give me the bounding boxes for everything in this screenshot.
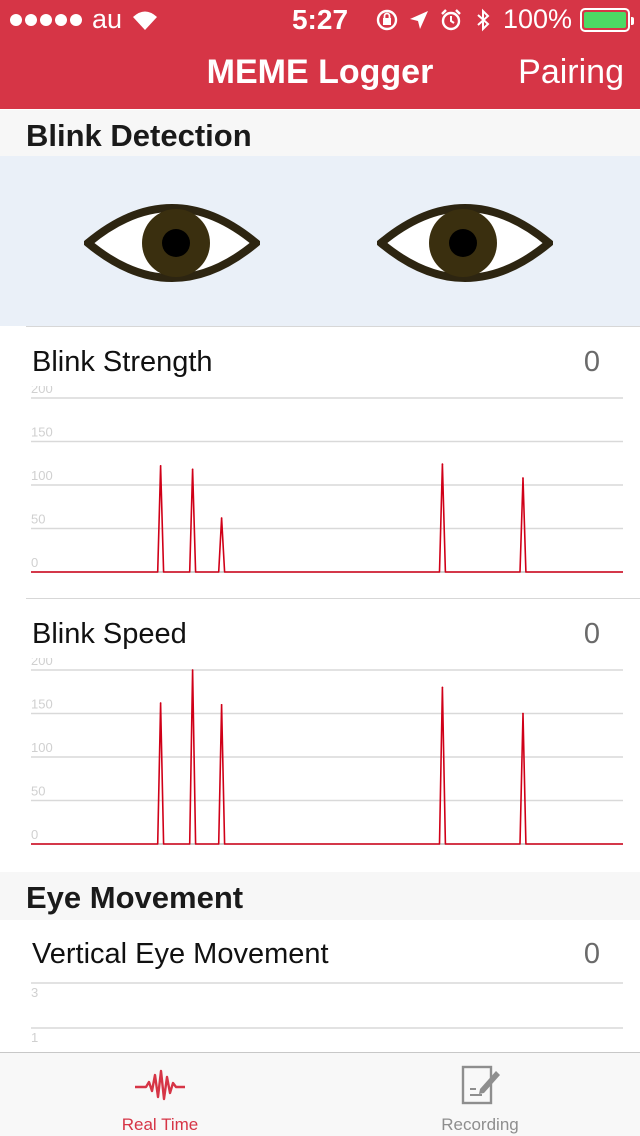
right-eye-icon (377, 204, 553, 282)
section-title: Eye Movement (26, 880, 244, 915)
header: au 5:27 100% MEME Logger Pairing (0, 0, 640, 109)
battery-icon (580, 7, 634, 32)
blink-speed-chart: 0 50 100 150 200 (31, 658, 623, 845)
y-tick-label: 100 (31, 468, 53, 483)
left-eye-icon (84, 204, 260, 282)
vertical-eye-movement-cell: Vertical Eye Movement 0 31 (0, 920, 640, 1052)
y-tick-label: 150 (31, 697, 53, 712)
y-tick-label: 3 (31, 985, 38, 1000)
alarm-icon (441, 8, 461, 30)
blink-strength-cell: Blink Strength 0 0 50 100 150 200 (0, 326, 640, 598)
series-line (31, 463, 623, 573)
data-point (441, 686, 444, 689)
y-tick-label: 0 (31, 555, 38, 570)
blink-speed-title: Blink Speed (32, 618, 187, 650)
rotation-lock-icon (376, 9, 398, 30)
data-point (159, 465, 162, 467)
data-point (441, 463, 444, 465)
section-title: Blink Detection (26, 118, 252, 153)
tab-real-time[interactable]: Real Time (0, 1053, 320, 1136)
y-tick-label: 0 (31, 827, 38, 842)
vertical-eye-movement-value: 0 (583, 938, 600, 970)
data-point (522, 712, 524, 715)
tab-label-recording: Recording (441, 1115, 519, 1134)
y-tick-label: 1 (31, 1030, 38, 1045)
y-tick-label: 100 (31, 740, 53, 755)
location-arrow-icon (409, 10, 428, 29)
blink-strength-title: Blink Strength (32, 346, 213, 378)
bluetooth-icon (477, 8, 490, 31)
section-header-eye-movement: Eye Movement (0, 872, 640, 920)
section-header-blink-detection: Blink Detection (0, 110, 640, 156)
vertical-eye-movement-chart: 31 (31, 982, 623, 1045)
data-point (191, 468, 194, 471)
blink-strength-value: 0 (583, 346, 600, 378)
vertical-eye-movement-title: Vertical Eye Movement (32, 938, 329, 970)
blink-speed-value: 0 (583, 618, 600, 650)
tab-recording[interactable]: Recording (320, 1053, 640, 1136)
tab-bar: Real Time Recording (0, 1052, 640, 1136)
divider (26, 326, 640, 327)
pairing-button[interactable]: Pairing (518, 53, 624, 92)
y-tick-label: 200 (31, 386, 53, 396)
battery-percentage: 100% (502, 4, 572, 34)
data-point (159, 702, 162, 704)
y-tick-label: 50 (31, 512, 45, 527)
y-tick-label: 150 (31, 425, 53, 440)
tab-label-real-time: Real Time (121, 1115, 199, 1134)
y-tick-label: 50 (31, 784, 45, 799)
data-point (191, 669, 194, 671)
data-point (220, 704, 223, 706)
blink-strength-chart: 0 50 100 150 200 (31, 386, 623, 573)
divider (26, 598, 640, 599)
status-bar-right: 100% (375, 4, 634, 35)
data-point (522, 477, 524, 479)
waveform-icon (135, 1069, 185, 1101)
status-bar: au 5:27 100% (0, 0, 640, 40)
data-point (220, 517, 223, 519)
eye-panel (0, 156, 640, 326)
notepad-edit-icon (461, 1065, 500, 1105)
blink-speed-cell: Blink Speed 0 0 50 100 150 200 (0, 598, 640, 872)
y-tick-label: 200 (31, 658, 53, 668)
